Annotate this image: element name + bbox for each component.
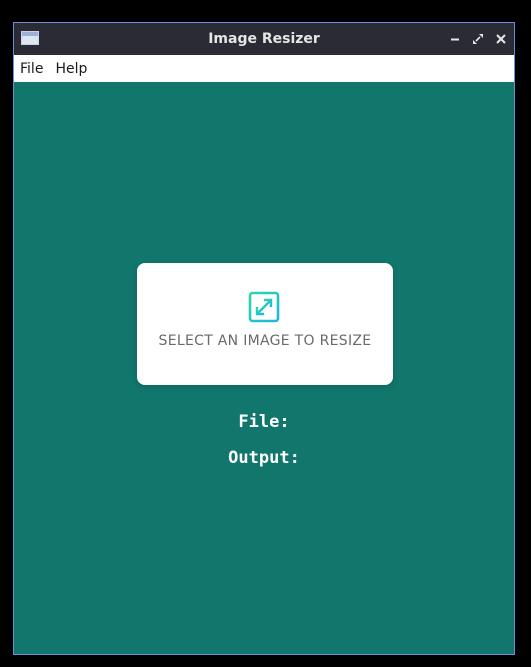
maximize-button[interactable]: [471, 32, 485, 46]
minimize-icon: [451, 38, 459, 41]
app-window: Image Resizer File Help SELECT AN IMAGE …: [13, 22, 515, 655]
close-button[interactable]: [494, 32, 508, 46]
select-image-button[interactable]: SELECT AN IMAGE TO RESIZE: [137, 263, 393, 385]
output-info: Output:: [14, 448, 514, 468]
minimize-button[interactable]: [448, 32, 462, 46]
menu-help[interactable]: Help: [55, 61, 87, 77]
close-icon: [496, 34, 506, 44]
maximize-icon: [473, 34, 483, 44]
output-label: Output:: [228, 448, 300, 468]
select-image-label: SELECT AN IMAGE TO RESIZE: [158, 333, 372, 349]
file-label: File:: [238, 412, 290, 432]
menubar: File Help: [14, 55, 514, 82]
menu-file[interactable]: File: [20, 61, 43, 77]
window-title: Image Resizer: [208, 31, 320, 47]
expand-arrows-icon: [248, 291, 280, 323]
file-info: File:: [14, 412, 514, 432]
titlebar[interactable]: Image Resizer: [14, 23, 514, 55]
window-controls: [448, 23, 508, 55]
